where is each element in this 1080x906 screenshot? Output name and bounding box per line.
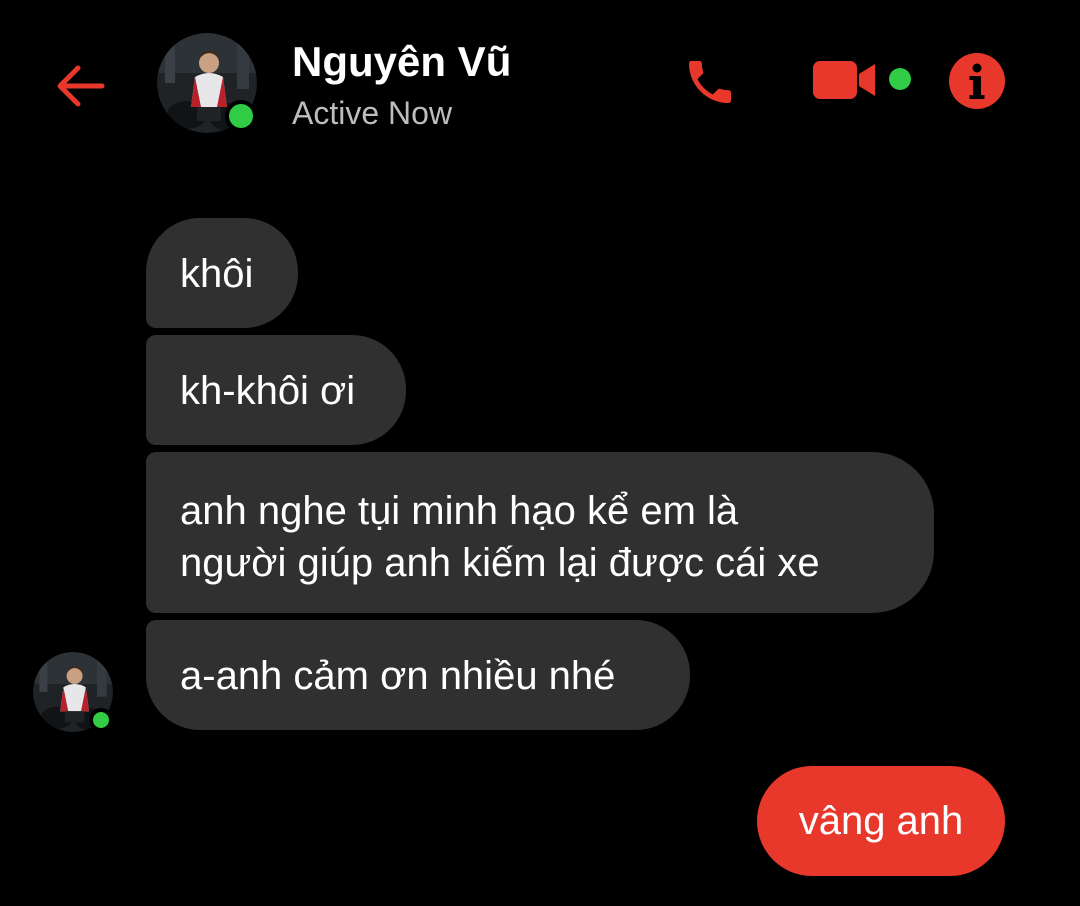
- contact-avatar[interactable]: [157, 33, 257, 133]
- message-text: vâng anh: [798, 799, 964, 843]
- message-text-line: người giúp anh kiếm lại được cái xe: [180, 541, 820, 585]
- back-button[interactable]: [48, 54, 112, 118]
- incoming-message[interactable]: khôi: [146, 218, 298, 328]
- online-indicator: [89, 708, 113, 732]
- back-arrow-icon: [57, 65, 105, 107]
- incoming-message[interactable]: a-anh cảm ơn nhiều nhé: [146, 620, 690, 730]
- video-camera-icon: [813, 61, 875, 99]
- info-icon: [949, 53, 1005, 109]
- message-text: a-anh cảm ơn nhiều nhé: [180, 654, 616, 698]
- online-indicator: [225, 100, 257, 132]
- incoming-message[interactable]: anh nghe tụi minh hạo kể em là người giú…: [146, 452, 934, 613]
- incoming-message[interactable]: kh-khôi ơi: [146, 335, 406, 445]
- phone-icon: [689, 61, 731, 103]
- message-text-line: anh nghe tụi minh hạo kể em là: [180, 489, 739, 533]
- call-button[interactable]: [678, 50, 742, 114]
- contact-name[interactable]: Nguyên Vũ: [292, 38, 511, 86]
- message-text: kh-khôi ơi: [180, 369, 356, 413]
- active-status: Active Now: [292, 95, 453, 131]
- info-button[interactable]: [946, 50, 1008, 112]
- video-call-button[interactable]: [808, 52, 880, 108]
- sender-avatar[interactable]: [33, 652, 113, 732]
- outgoing-message[interactable]: vâng anh: [757, 766, 1005, 876]
- video-active-indicator: [889, 68, 911, 90]
- message-text: khôi: [180, 252, 254, 296]
